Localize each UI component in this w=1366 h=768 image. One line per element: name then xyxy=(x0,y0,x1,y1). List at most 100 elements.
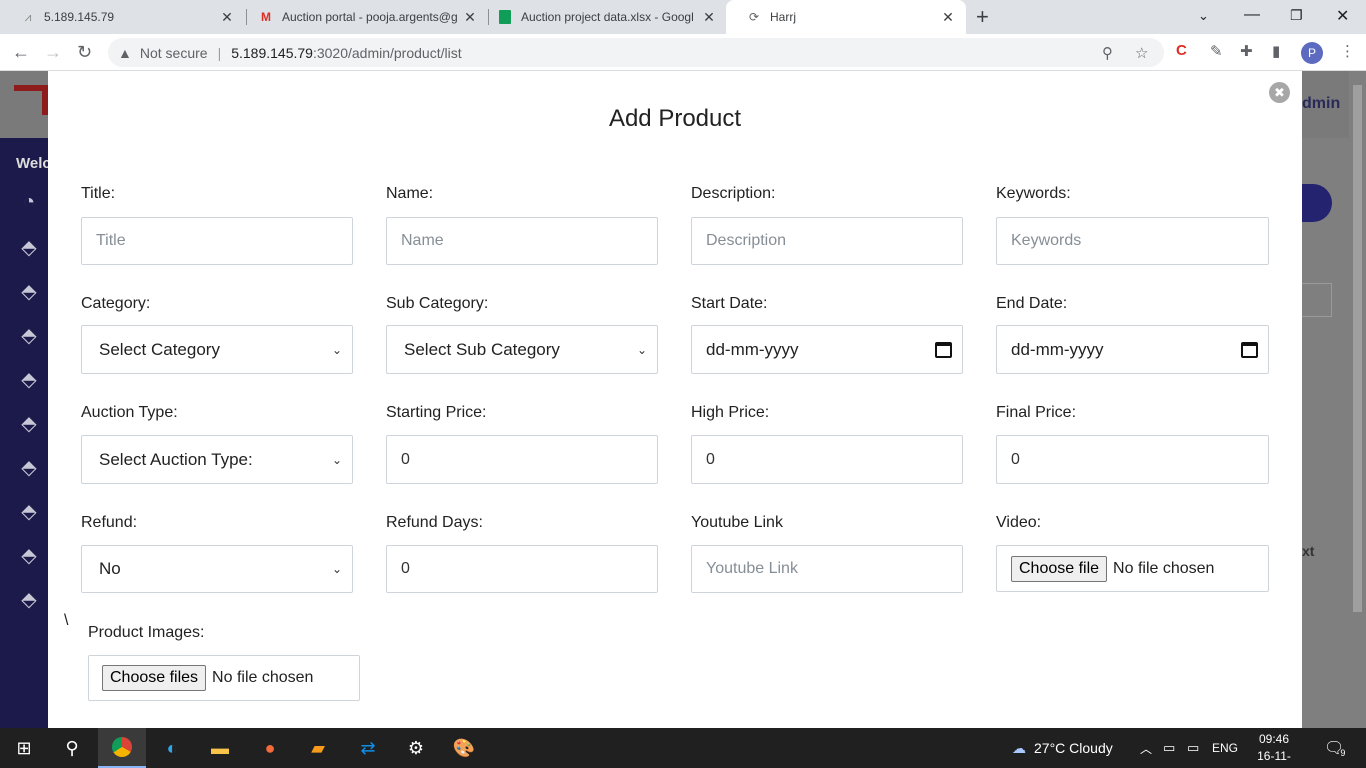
file-explorer-icon[interactable]: ▬ xyxy=(196,728,244,768)
close-modal-icon[interactable]: ✖ xyxy=(1269,82,1290,103)
refund-field: Refund: No ⌄ xyxy=(81,514,353,593)
high-price-input[interactable]: 0 xyxy=(691,435,963,484)
sub-category-field: Sub Category: Select Sub Category ⌄ xyxy=(386,295,658,374)
paint-icon[interactable]: 🎨 xyxy=(440,728,488,768)
zoom-icon[interactable]: ⚲ xyxy=(1102,44,1113,62)
ticket-icon[interactable]: ⬘ xyxy=(16,587,42,613)
refund-select[interactable]: No ⌄ xyxy=(81,545,353,593)
description-input[interactable]: Description xyxy=(691,217,963,265)
category-field: Category: Select Category ⌄ xyxy=(81,295,353,374)
extension-c-icon[interactable]: C xyxy=(1176,42,1187,59)
back-icon[interactable]: ← xyxy=(12,42,30,63)
tab-search-icon[interactable]: ⌄ xyxy=(1198,8,1209,24)
dashboard-icon[interactable]: ◔ xyxy=(16,191,42,217)
keywords-label: Keywords: xyxy=(996,185,1071,202)
forward-icon[interactable]: → xyxy=(44,42,62,63)
sublime-icon[interactable]: ▰ xyxy=(294,728,342,768)
description-field: Description: Description xyxy=(691,185,963,265)
sheets-icon xyxy=(497,9,513,25)
url-text[interactable]: 5.189.145.79:3020/admin/product/list xyxy=(231,45,461,61)
ticket-icon[interactable]: ⬘ xyxy=(16,367,42,393)
bookmark-star-icon[interactable]: ☆ xyxy=(1135,44,1148,62)
tab-site[interactable]: ⩘ 5.189.145.79 ✕ xyxy=(0,0,245,34)
edge-icon[interactable]: ◐ xyxy=(148,728,196,768)
chrome-icon[interactable] xyxy=(98,728,146,768)
weather-widget[interactable]: ☁ 27°C Cloudy xyxy=(1012,728,1113,768)
auction-type-select[interactable]: Select Auction Type: ⌄ xyxy=(81,435,353,484)
new-tab-icon[interactable]: + xyxy=(976,4,989,30)
restore-icon[interactable]: ❐ xyxy=(1290,7,1303,24)
minimize-icon[interactable]: — xyxy=(1244,6,1260,24)
settings-gear-icon[interactable]: ⚙ xyxy=(392,728,440,768)
start-date-input[interactable]: dd-mm-yyyy xyxy=(691,325,963,374)
video-file-input[interactable]: Choose file No file chosen xyxy=(996,545,1269,592)
system-clock[interactable]: 09:46 16-11-2021 xyxy=(1244,731,1304,768)
postman-icon[interactable]: ● xyxy=(246,728,294,768)
final-price-input[interactable]: 0 xyxy=(996,435,1269,484)
choose-files-button[interactable]: Choose files xyxy=(102,665,207,691)
ticket-icon[interactable]: ⬘ xyxy=(16,543,42,569)
end-date-input[interactable]: dd-mm-yyyy xyxy=(996,325,1269,374)
close-tab-icon[interactable]: ✕ xyxy=(462,9,478,26)
name-input[interactable]: Name xyxy=(386,217,658,265)
side-panel-icon[interactable]: ▮ xyxy=(1272,42,1280,60)
end-date-label: End Date: xyxy=(996,295,1068,312)
ticket-icon[interactable]: ⬘ xyxy=(16,279,42,305)
teamviewer-icon[interactable]: ⇄ xyxy=(344,728,392,768)
search-icon[interactable]: ⚲ xyxy=(48,728,96,768)
ticket-icon[interactable]: ⬘ xyxy=(16,323,42,349)
choose-file-button[interactable]: Choose file xyxy=(1011,555,1108,582)
ticket-icon[interactable]: ⬘ xyxy=(16,455,42,481)
onedrive-icon[interactable]: ▭ xyxy=(1163,728,1175,768)
menu-kebab-icon[interactable]: ⋮ xyxy=(1340,42,1355,60)
product-images-file-status: No file chosen xyxy=(212,669,314,686)
close-tab-icon[interactable]: ✕ xyxy=(219,9,235,26)
page-scrollbar[interactable] xyxy=(1349,71,1366,728)
category-select[interactable]: Select Category ⌄ xyxy=(81,325,353,374)
notification-count: 9 xyxy=(1340,748,1346,758)
ticket-icon[interactable]: ⬘ xyxy=(16,411,42,437)
sub-category-select[interactable]: Select Sub Category ⌄ xyxy=(386,325,658,374)
auction-type-selected: Select Auction Type: xyxy=(99,449,253,469)
close-tab-icon[interactable]: ✕ xyxy=(701,9,717,26)
refund-days-input[interactable]: 0 xyxy=(386,545,658,593)
taskbar: ⊞ ⚲ ◐ ▬ ● ▰ ⇄ ⚙ 🎨 ☁ 27°C Cloudy ︿ ▭ ▭ EN… xyxy=(0,728,1366,768)
chevron-down-icon: ⌄ xyxy=(331,342,342,357)
tab-sheets[interactable]: Auction project data.xlsx - Googl ✕ xyxy=(477,0,727,34)
starting-price-input[interactable]: 0 xyxy=(386,435,658,484)
notification-center-icon[interactable]: 🗨 9 xyxy=(1324,728,1345,768)
close-window-icon[interactable]: ✕ xyxy=(1336,6,1349,26)
name-field: Name: Name xyxy=(386,185,658,265)
weather-text: 27°C Cloudy xyxy=(1034,740,1113,756)
tray-chevron-up-icon[interactable]: ︿ xyxy=(1140,728,1152,768)
extensions-puzzle-icon[interactable]: ✚ xyxy=(1240,42,1253,60)
product-images-file-input[interactable]: Choose files No file chosen xyxy=(88,655,360,701)
windows-start-icon[interactable]: ⊞ xyxy=(0,728,48,768)
battery-icon[interactable]: ▭ xyxy=(1187,728,1199,768)
warning-icon[interactable]: ▲ xyxy=(118,45,132,61)
tab-harrj[interactable]: ⟳ Harrj ✕ xyxy=(726,0,966,34)
security-label[interactable]: Not secure xyxy=(140,45,208,61)
title-input[interactable]: Title xyxy=(81,217,353,265)
logo xyxy=(14,85,48,115)
tab-gmail[interactable]: M Auction portal - pooja.argents@g ✕ xyxy=(238,0,488,34)
address-bar[interactable]: ▲ Not secure | 5.189.145.79:3020/admin/p… xyxy=(108,38,1164,67)
profile-avatar[interactable]: P xyxy=(1301,42,1323,64)
calendar-icon[interactable] xyxy=(935,341,952,358)
product-images-field: Product Images: Choose files No file cho… xyxy=(88,624,360,701)
end-date-field: End Date: dd-mm-yyyy xyxy=(996,295,1269,374)
video-file-status: No file chosen xyxy=(1113,559,1215,577)
language-indicator[interactable]: ENG xyxy=(1212,728,1238,768)
reload-icon[interactable]: ↻ xyxy=(77,42,92,63)
clock-date: 16-11-2021 xyxy=(1257,749,1291,768)
ticket-icon[interactable]: ⬘ xyxy=(16,499,42,525)
keywords-input[interactable]: Keywords xyxy=(996,217,1269,265)
ticket-icon[interactable]: ⬘ xyxy=(16,235,42,261)
start-date-label: Start Date: xyxy=(691,295,768,312)
admin-menu-label[interactable]: dmin xyxy=(1302,95,1340,113)
scrollbar-thumb[interactable] xyxy=(1353,85,1362,612)
youtube-link-input[interactable]: Youtube Link xyxy=(691,545,963,593)
extension-tool-icon[interactable]: ✎ xyxy=(1210,42,1223,60)
close-tab-icon[interactable]: ✕ xyxy=(940,9,956,26)
calendar-icon[interactable] xyxy=(1241,341,1258,358)
